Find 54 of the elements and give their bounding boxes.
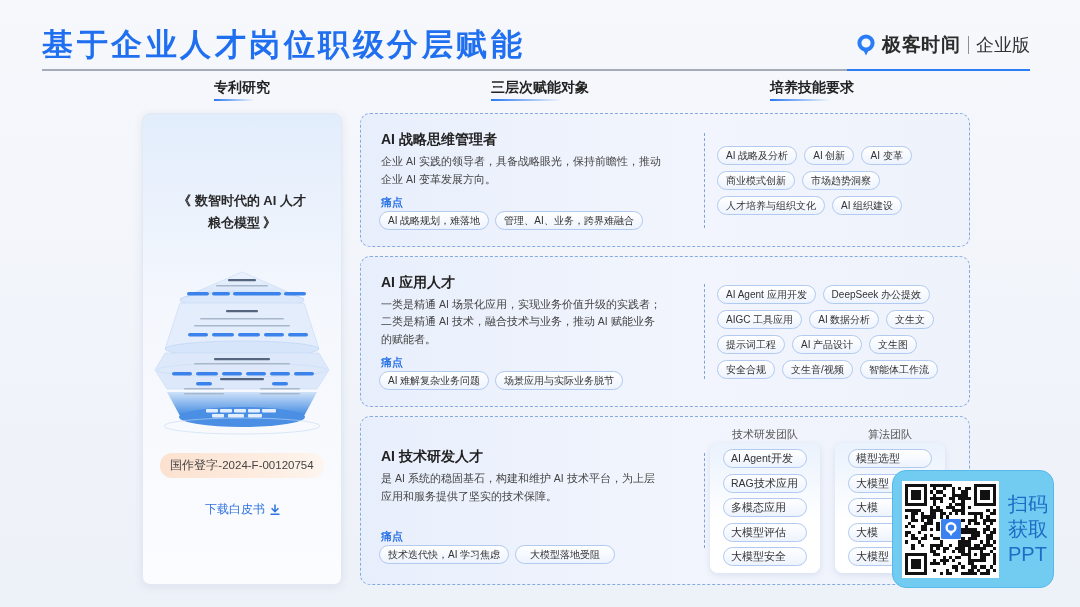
skill-tag: 文生音/视频 xyxy=(782,359,853,379)
skill-tag: AI Agent开发 xyxy=(723,449,807,468)
column-heading: 专利研究 xyxy=(214,80,270,101)
tier-title: AI 战略思维管理者 xyxy=(381,130,497,149)
skill-tag: 市场趋势洞察 xyxy=(802,170,880,190)
pain-points-label: 痛点 xyxy=(381,195,403,209)
skill-tag: 人才培养与组织文化 xyxy=(717,195,825,215)
logo-icon xyxy=(940,519,961,539)
skill-tag: 文生文 xyxy=(886,309,935,329)
scan-prompt: 扫码 获取 PPT xyxy=(1008,491,1048,567)
logo-icon xyxy=(856,34,876,56)
skill-tag: 大模型安全 xyxy=(723,547,807,566)
skill-tag: AI Agent 应用开发 xyxy=(717,284,816,304)
tier-description: 企业 AI 实践的领导者，具备战略眼光，保持前瞻性，推动 企业 AI 变革发展方向。 xyxy=(381,154,661,187)
brand-name: 极客时间 xyxy=(882,34,960,56)
team-heading: 算法团队 xyxy=(868,427,912,441)
registration-number: 国作登字-2024-F-00120754 xyxy=(160,453,324,478)
download-icon xyxy=(269,504,280,515)
column-heading: 培养技能要求 xyxy=(770,80,854,101)
skill-tag: AI 创新 xyxy=(804,145,855,165)
skill-tag: AI 变革 xyxy=(861,145,912,165)
download-link[interactable]: 下载白皮书 xyxy=(204,502,280,517)
page-title: 基于企业人才岗位职级分层赋能 xyxy=(42,26,525,64)
pain-point-tag: 管理、AI、业务，跨界难融合 xyxy=(495,211,643,230)
skill-tag: AI 数据分析 xyxy=(809,309,880,329)
pain-point-tag: AI 难解复杂业务问题 xyxy=(379,371,490,391)
skill-tag: AI 产品设计 xyxy=(792,334,863,354)
tier-title: AI 技术研发人才 xyxy=(381,447,483,466)
skill-tag: AIGC 工具应用 xyxy=(717,309,803,329)
skill-tag: 智能体工作流 xyxy=(859,359,938,379)
skill-tag: 商业模式创新 xyxy=(717,170,795,190)
skill-tag: AI 组织建设 xyxy=(832,195,903,215)
column-heading: 三层次赋能对象 xyxy=(491,80,589,101)
tier-title: AI 应用人才 xyxy=(381,272,455,292)
skill-tag: 安全合规 xyxy=(717,359,775,379)
pain-points-label: 痛点 xyxy=(381,529,403,543)
skill-tag: RAG技术应用 xyxy=(723,473,807,493)
skill-tag: 提示词工程 xyxy=(717,334,785,354)
skill-tag: AI 战略及分析 xyxy=(717,145,798,165)
skill-tag: 文生图 xyxy=(869,334,918,354)
pain-points-label: 痛点 xyxy=(381,355,403,370)
team-heading: 技术研发团队 xyxy=(732,427,798,441)
skill-tag: DeepSeek 办公提效 xyxy=(822,284,931,304)
pain-point-tag: AI 战略规划，难落地 xyxy=(379,211,490,230)
pain-point-tag: 大模型落地受阻 xyxy=(515,545,616,564)
whitepaper-title: 《 数智时代的 AI 人才 粮仓模型 》 xyxy=(178,192,306,232)
tier-description: 是 AI 系统的稳固基石，构建和维护 AI 技术平台，为上层 应用和服务提供了坚实的技术保障。 xyxy=(381,471,655,504)
pain-point-tag: 场景应用与实际业务脱节 xyxy=(495,371,624,391)
skill-tag: 模型选型 xyxy=(848,449,932,468)
pain-point-tag: 技术迭代快，AI 学习焦虑 xyxy=(379,545,510,564)
tier-description: 一类是精通 AI 场景化应用，实现业务价值升级的实践者； 二类是精通 AI 技术，融合技术与业务，推动 AI 赋能业务 的赋能者。 xyxy=(381,296,661,347)
edition-label: 企业版 xyxy=(968,36,1030,54)
skill-tag: 大模型评估 xyxy=(723,522,807,542)
skill-tag: 多模态应用 xyxy=(723,498,807,517)
